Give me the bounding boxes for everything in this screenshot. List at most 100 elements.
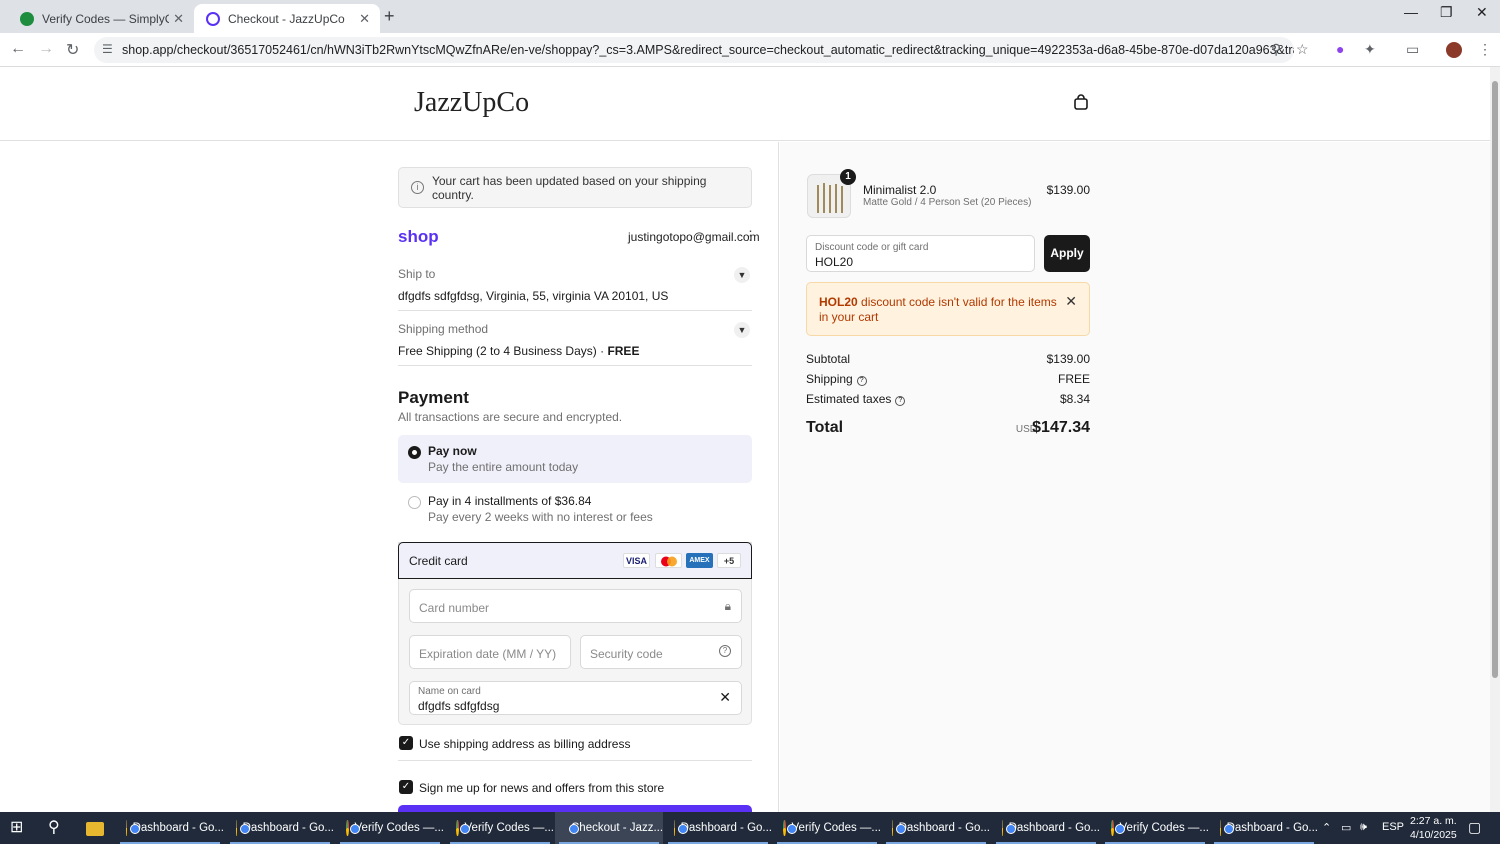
- chrome-icon: [236, 820, 245, 836]
- address-bar[interactable]: ☰ shop.app/checkout/36517052461/cn/hWN3i…: [94, 37, 1294, 63]
- network-icon[interactable]: ▭: [1341, 821, 1351, 834]
- tab-verify-codes[interactable]: Verify Codes — SimplyCodes ✕: [8, 4, 194, 33]
- product-variant: Matte Gold / 4 Person Set (20 Pieces): [863, 197, 1032, 208]
- discount-error-text: HOL20 discount code isn't valid for the …: [819, 295, 1057, 324]
- visa-icon: VISA: [623, 553, 650, 568]
- forward-icon[interactable]: →: [38, 40, 54, 58]
- taskbar-item[interactable]: Verify Codes —...: [446, 812, 554, 844]
- shipping-method-value: Free Shipping (2 to 4 Business Days) · F…: [398, 344, 640, 358]
- clear-icon[interactable]: ✕: [719, 689, 731, 706]
- discount-code-field[interactable]: Discount code or gift card HOL20: [806, 235, 1035, 272]
- expiration-date-field[interactable]: Expiration date (MM / YY): [409, 635, 571, 669]
- notifications-icon[interactable]: ▢: [1468, 819, 1481, 836]
- profile-avatar[interactable]: [1446, 42, 1462, 58]
- reload-icon[interactable]: ↻: [66, 40, 79, 60]
- close-window-icon[interactable]: ✕: [1476, 4, 1488, 21]
- extension-icon[interactable]: ●: [1336, 41, 1344, 57]
- back-icon[interactable]: ←: [10, 40, 26, 58]
- discount-code-value: HOL20: [815, 255, 854, 269]
- close-icon[interactable]: ✕: [1065, 293, 1077, 310]
- pay-now-title: Pay now: [428, 444, 477, 458]
- newsletter-checkbox-label: Sign me up for news and offers from this…: [419, 781, 665, 795]
- name-on-card-value: dfgdfs sdfgfdsg: [418, 699, 500, 713]
- account-menu-icon[interactable]: ⋮: [744, 228, 757, 244]
- subtotal-value: $139.00: [1046, 352, 1090, 366]
- taskbar-item[interactable]: Dashboard - Go...: [664, 812, 772, 844]
- taskbar-item[interactable]: Dashboard - Go...: [882, 812, 990, 844]
- subtotal-label: Subtotal: [806, 352, 851, 366]
- taskbar-item[interactable]: Verify Codes —...: [773, 812, 881, 844]
- taskbar-item[interactable]: Dashboard - Go...: [992, 812, 1100, 844]
- card-number-field[interactable]: Card number 🔒︎: [409, 589, 742, 623]
- site-settings-icon[interactable]: ☰: [102, 42, 113, 56]
- chrome-icon: [346, 820, 358, 836]
- discount-code-label: Discount code or gift card: [815, 242, 929, 253]
- discount-error-banner: HOL20 discount code isn't valid for the …: [806, 282, 1090, 336]
- shipping-method-label: Shipping method: [398, 322, 489, 336]
- credit-card-option[interactable]: Credit card VISA AMEX +5: [398, 542, 752, 579]
- taskbar-item[interactable]: Dashboard - Go...: [116, 812, 224, 844]
- chrome-icon: [1111, 820, 1123, 836]
- extensions-puzzle-icon[interactable]: ✦: [1364, 41, 1376, 58]
- windows-start-icon[interactable]: ⊞: [10, 817, 23, 837]
- credit-card-section: Credit card VISA AMEX +5 Card number 🔒︎ …: [398, 542, 752, 725]
- minimize-icon[interactable]: —: [1404, 4, 1418, 20]
- installments-option[interactable]: Pay in 4 installments of $36.84 Pay ever…: [398, 485, 752, 533]
- total-row: Total USD $147.34: [806, 419, 1090, 437]
- chrome-icon: [456, 820, 468, 836]
- cast-icon[interactable]: ▭: [1406, 41, 1419, 58]
- divider: [398, 760, 752, 761]
- billing-checkbox[interactable]: ✓: [399, 736, 413, 750]
- shipping-label: Shipping: [806, 372, 853, 386]
- chrome-icon: [674, 820, 683, 836]
- zoom-icon[interactable]: ⚲: [1271, 41, 1281, 58]
- chevron-down-icon[interactable]: ▼: [734, 322, 750, 338]
- taskbar-item[interactable]: Dashboard - Go...: [1210, 812, 1318, 844]
- ship-to-address: dfgdfs sdfgfdsg, Virginia, 55, virginia …: [398, 289, 669, 303]
- taskbar-item-active[interactable]: Checkout - Jazz...: [555, 812, 663, 844]
- bookmark-star-icon[interactable]: ☆: [1296, 41, 1309, 58]
- help-icon[interactable]: ?: [719, 645, 731, 657]
- radio-selected[interactable]: [408, 446, 421, 459]
- divider: [398, 310, 752, 311]
- radio-unselected[interactable]: [408, 496, 421, 509]
- scrollbar-thumb[interactable]: [1492, 81, 1498, 678]
- close-tab-icon[interactable]: ✕: [359, 11, 370, 27]
- taxes-label: Estimated taxes: [806, 392, 892, 406]
- apply-button[interactable]: Apply: [1044, 235, 1090, 272]
- shipping-price: FREE: [607, 344, 640, 358]
- name-on-card-field[interactable]: Name on card dfgdfs sdfgfdsg ✕: [409, 681, 742, 715]
- new-tab-icon[interactable]: +: [384, 6, 395, 27]
- taskbar-item[interactable]: Dashboard - Go...: [226, 812, 334, 844]
- newsletter-checkbox[interactable]: ✓: [399, 780, 413, 794]
- search-icon[interactable]: ⚲: [48, 817, 60, 837]
- ship-to-row[interactable]: Ship to dfgdfs sdfgfdsg, Virginia, 55, v…: [398, 267, 752, 303]
- clock-time[interactable]: 2:27 a. m.: [1410, 815, 1457, 827]
- tray-chevron-up-icon[interactable]: ⌃: [1322, 821, 1331, 834]
- help-icon[interactable]: ?: [895, 396, 906, 406]
- language-indicator[interactable]: ESP: [1382, 821, 1404, 833]
- shopping-bag-icon[interactable]: [1073, 94, 1089, 110]
- payment-subheading: All transactions are secure and encrypte…: [398, 410, 623, 424]
- restore-icon[interactable]: ❐: [1440, 4, 1453, 21]
- billing-checkbox-label: Use shipping address as billing address: [419, 737, 631, 751]
- volume-icon[interactable]: 🕪︎: [1360, 821, 1367, 834]
- shipping-method-row[interactable]: Shipping method Free Shipping (2 to 4 Bu…: [398, 322, 752, 358]
- close-tab-icon[interactable]: ✕: [173, 11, 184, 27]
- menu-kebab-icon[interactable]: ⋮: [1478, 41, 1492, 58]
- store-logo[interactable]: JazzUpCo: [414, 87, 529, 119]
- file-explorer-icon[interactable]: [86, 822, 104, 836]
- help-icon[interactable]: ?: [856, 376, 867, 386]
- taskbar-item[interactable]: Verify Codes —...: [1101, 812, 1209, 844]
- tab-checkout[interactable]: Checkout - JazzUpCo ✕: [194, 4, 380, 33]
- chevron-down-icon[interactable]: ▼: [734, 267, 750, 283]
- pay-now-option[interactable]: Pay now Pay the entire amount today: [398, 435, 752, 483]
- security-code-field[interactable]: Security code ?: [580, 635, 742, 669]
- subtotal-row: Subtotal $139.00: [806, 352, 1090, 366]
- expiration-placeholder: Expiration date (MM / YY): [419, 647, 557, 661]
- chrome-icon: [1220, 820, 1229, 836]
- taskbar-item[interactable]: Verify Codes —...: [336, 812, 444, 844]
- clock-date[interactable]: 4/10/2025: [1410, 829, 1457, 841]
- page-scrollbar[interactable]: [1490, 67, 1500, 812]
- simplycodes-icon: [20, 11, 34, 26]
